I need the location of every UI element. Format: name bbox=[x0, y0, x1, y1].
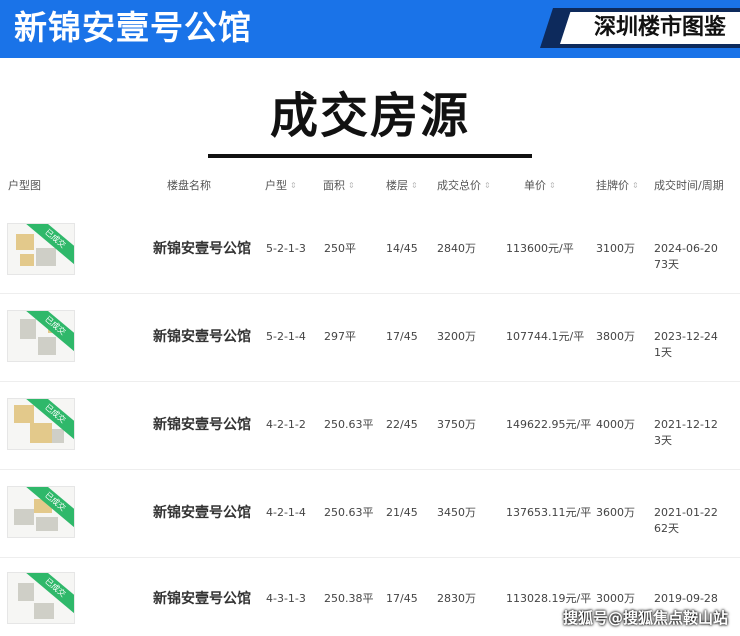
list-price: 4000万 bbox=[596, 418, 635, 431]
project-name[interactable]: 新锦安壹号公馆 bbox=[153, 414, 251, 434]
project-name[interactable]: 新锦安壹号公馆 bbox=[153, 502, 251, 522]
area: 250.63平 bbox=[324, 418, 374, 431]
floorplan-thumbnail[interactable]: 已成交 bbox=[7, 398, 75, 450]
total-price: 3450万 bbox=[437, 506, 476, 519]
deal-date: 2021-12-12 bbox=[654, 418, 718, 431]
col-unit-type[interactable]: 户型 ⇕ bbox=[265, 178, 297, 194]
total-price: 2830万 bbox=[437, 592, 476, 605]
col-list-price[interactable]: 挂牌价 ⇕ bbox=[596, 178, 639, 194]
project-name[interactable]: 新锦安壹号公馆 bbox=[153, 238, 251, 258]
col-project: 楼盘名称 bbox=[167, 179, 211, 192]
deal-cycle: 73天 bbox=[654, 258, 679, 271]
list-price: 3100万 bbox=[596, 242, 635, 255]
area: 250平 bbox=[324, 242, 356, 255]
header-title: 新锦安壹号公馆 bbox=[14, 8, 252, 47]
floorplan-thumbnail[interactable]: 已成交 bbox=[7, 310, 75, 362]
table-row[interactable]: 已成交 新锦安壹号公馆 4-2-1-2 250.63平 22/45 3750万 … bbox=[0, 382, 740, 470]
project-name[interactable]: 新锦安壹号公馆 bbox=[153, 326, 251, 346]
deal-cycle: 1天 bbox=[654, 346, 672, 359]
deal-date: 2024-06-20 bbox=[654, 242, 718, 255]
col-floorplan: 户型图 bbox=[8, 179, 41, 192]
section-title: 成交房源 bbox=[269, 88, 470, 144]
floor: 22/45 bbox=[386, 418, 418, 431]
floorplan-thumbnail[interactable]: 已成交 bbox=[7, 572, 75, 624]
table-row[interactable]: 已成交 新锦安壹号公馆 5-2-1-4 297平 17/45 3200万 107… bbox=[0, 294, 740, 382]
watermark: 搜狐号@搜狐焦点鞍山站 bbox=[562, 609, 728, 627]
table-row[interactable]: 已成交 新锦安壹号公馆 4-2-1-4 250.63平 21/45 3450万 … bbox=[0, 470, 740, 558]
deal-cycle: 62天 bbox=[654, 522, 679, 535]
floorplan-thumbnail[interactable]: 已成交 bbox=[7, 486, 75, 538]
list-price: 3000万 bbox=[596, 592, 635, 605]
deal-time: 2024-06-20 73天 bbox=[654, 241, 718, 273]
deal-time: 2021-01-22 62天 bbox=[654, 505, 718, 537]
unit-type: 5-2-1-3 bbox=[266, 242, 306, 255]
deal-time: 2019-09-28 bbox=[654, 591, 718, 607]
col-total-price[interactable]: 成交总价 ⇕ bbox=[437, 178, 491, 194]
list-price: 3600万 bbox=[596, 506, 635, 519]
total-price: 3200万 bbox=[437, 330, 476, 343]
area: 250.63平 bbox=[324, 506, 374, 519]
sort-icon[interactable]: ⇕ bbox=[632, 178, 639, 194]
floor: 17/45 bbox=[386, 592, 418, 605]
deal-date: 2021-01-22 bbox=[654, 506, 718, 519]
unit-price: 149622.95元/平 bbox=[506, 418, 592, 431]
unit-price: 107744.1元/平 bbox=[506, 330, 585, 343]
unit-price: 137653.11元/平 bbox=[506, 506, 592, 519]
sort-icon[interactable]: ⇕ bbox=[549, 178, 556, 194]
deal-time: 2023-12-24 1天 bbox=[654, 329, 718, 361]
title-underline bbox=[208, 154, 532, 158]
list-price: 3800万 bbox=[596, 330, 635, 343]
deal-cycle: 3天 bbox=[654, 434, 672, 447]
floorplan-thumbnail[interactable]: 已成交 bbox=[7, 223, 75, 275]
total-price: 2840万 bbox=[437, 242, 476, 255]
deal-date: 2019-09-28 bbox=[654, 592, 718, 605]
col-unit-price[interactable]: 单价 ⇕ bbox=[524, 178, 556, 194]
sort-icon[interactable]: ⇕ bbox=[411, 178, 418, 194]
total-price: 3750万 bbox=[437, 418, 476, 431]
area: 297平 bbox=[324, 330, 356, 343]
table-row[interactable]: 已成交 新锦安壹号公馆 5-2-1-3 250平 14/45 2840万 113… bbox=[0, 206, 740, 294]
sort-icon[interactable]: ⇕ bbox=[348, 178, 355, 194]
project-name[interactable]: 新锦安壹号公馆 bbox=[153, 588, 251, 608]
unit-type: 4-2-1-4 bbox=[266, 506, 306, 519]
floor: 14/45 bbox=[386, 242, 418, 255]
unit-type: 5-2-1-4 bbox=[266, 330, 306, 343]
unit-type: 4-2-1-2 bbox=[266, 418, 306, 431]
deal-time: 2021-12-12 3天 bbox=[654, 417, 718, 449]
col-area[interactable]: 面积 ⇕ bbox=[323, 178, 355, 194]
unit-price: 113028.19元/平 bbox=[506, 592, 592, 605]
col-deal-time: 成交时间/周期 bbox=[654, 179, 724, 192]
header-tag: 深圳楼市图鉴 bbox=[593, 15, 726, 40]
unit-type: 4-3-1-3 bbox=[266, 592, 306, 605]
header-banner: 新锦安壹号公馆 深圳楼市图鉴 bbox=[0, 0, 740, 58]
deal-date: 2023-12-24 bbox=[654, 330, 718, 343]
sort-icon[interactable]: ⇕ bbox=[290, 178, 297, 194]
sort-icon[interactable]: ⇕ bbox=[484, 178, 491, 194]
floor: 17/45 bbox=[386, 330, 418, 343]
floor: 21/45 bbox=[386, 506, 418, 519]
unit-price: 113600元/平 bbox=[506, 242, 574, 255]
col-floor[interactable]: 楼层 ⇕ bbox=[386, 178, 418, 194]
area: 250.38平 bbox=[324, 592, 374, 605]
